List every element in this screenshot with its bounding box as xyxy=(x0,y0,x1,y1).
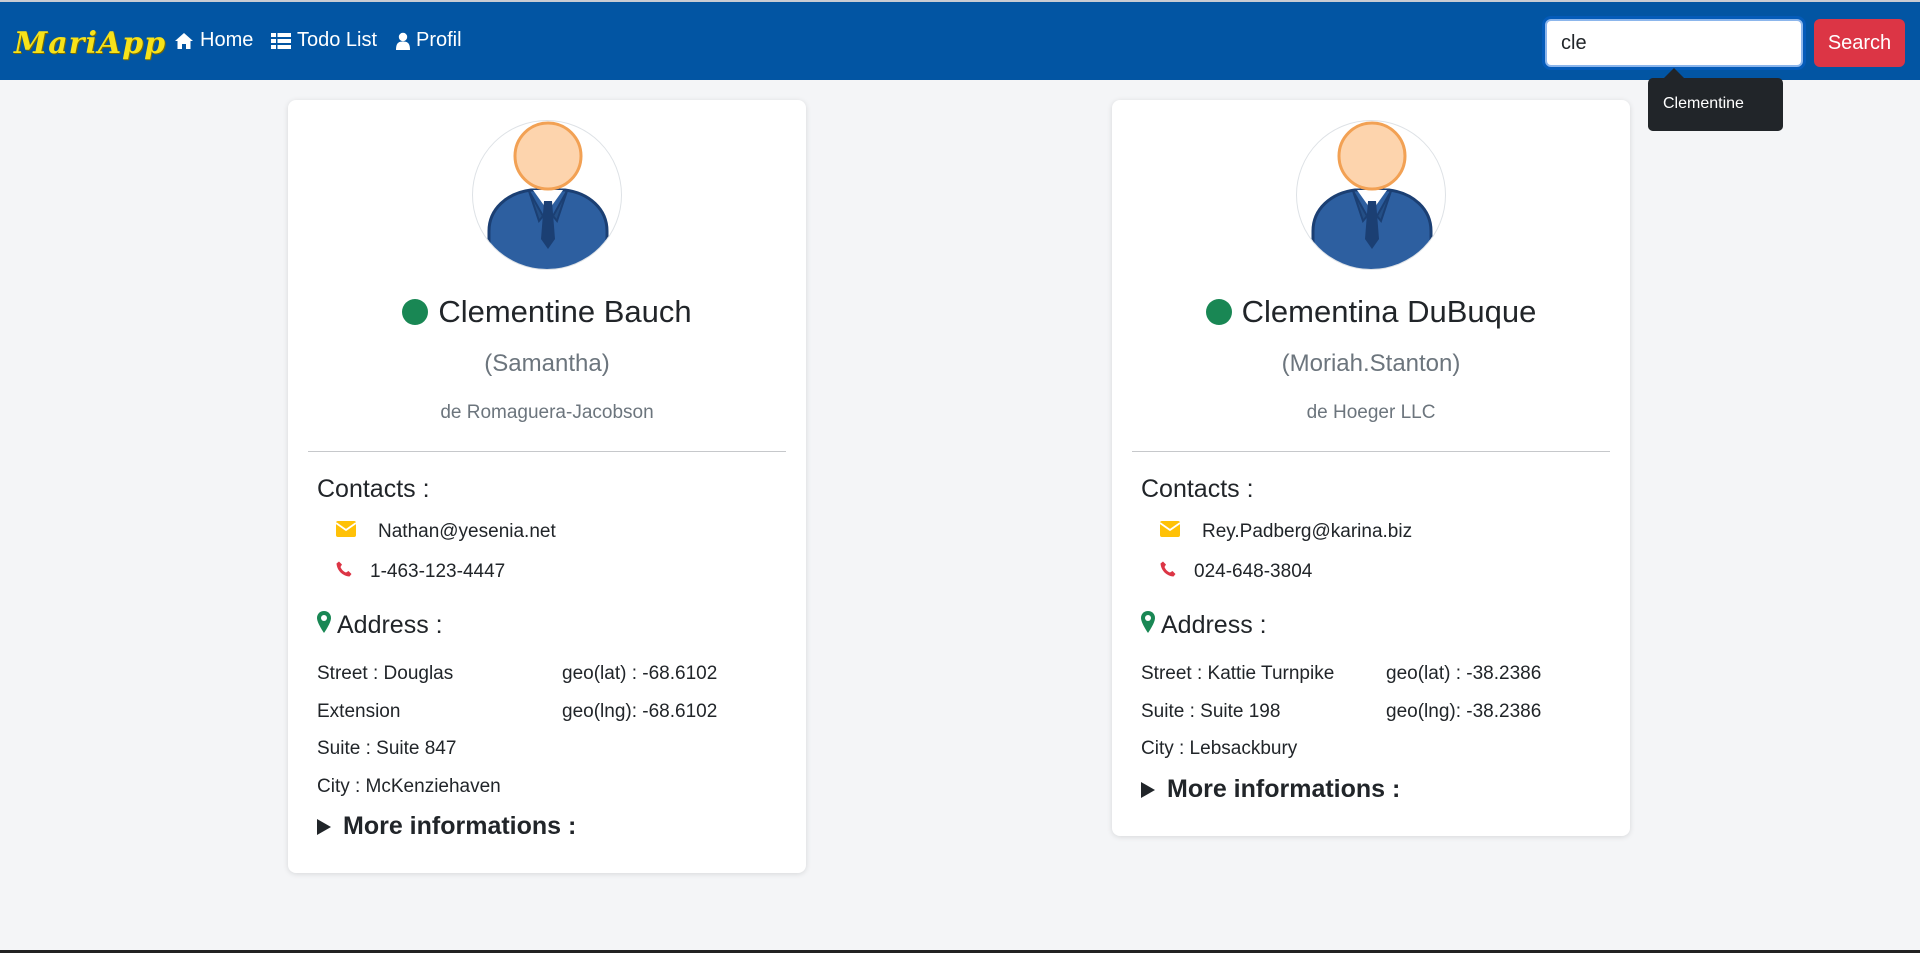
contacts-title: Contacts : xyxy=(1141,475,1254,503)
list-icon xyxy=(271,32,291,50)
nav-todo-label: Todo List xyxy=(297,29,378,51)
disclosure-triangle-icon xyxy=(1141,781,1155,798)
user-username: (Moriah.Stanton) xyxy=(1281,350,1461,377)
search-suggestion[interactable]: Clementine xyxy=(1648,78,1783,131)
user-company: de Romaguera-Jacobson xyxy=(440,402,654,423)
name-row: Clementine Bauch xyxy=(288,294,806,330)
phone-row: 024-648-3804 xyxy=(1160,561,1312,583)
user-card: Clementina DuBuque (Moriah.Stanton) de H… xyxy=(1112,100,1630,836)
search-button[interactable]: Search xyxy=(1814,19,1905,67)
geo-details: geo(lat) : -68.6102 geo(lng): -68.6102 xyxy=(562,655,792,730)
nav-profil[interactable]: Profil xyxy=(396,29,462,52)
nav-todo-list[interactable]: Todo List xyxy=(271,29,377,52)
more-informations-toggle[interactable]: More informations : xyxy=(317,812,576,841)
more-informations-label: More informations : xyxy=(1167,775,1401,803)
navbar: MariApp Home Todo List Profil Search xyxy=(0,0,1920,80)
geo-details: geo(lat) : -38.2386 geo(lng): -38.2386 xyxy=(1386,655,1616,730)
suggestion-arrow xyxy=(1664,68,1684,78)
user-username: (Samantha) xyxy=(484,350,610,377)
online-status-icon xyxy=(1205,299,1232,325)
address-details: Street : Douglas Extension Suite : Suite… xyxy=(317,655,547,805)
phone-row: 1-463-123-4447 xyxy=(336,561,505,583)
address-city: City : Lebsackbury xyxy=(1141,738,1298,759)
name-row: Clementina DuBuque xyxy=(1112,294,1630,330)
divider xyxy=(308,451,786,452)
envelope-icon xyxy=(335,521,378,543)
address-details: Street : Kattie Turnpike Suite : Suite 1… xyxy=(1141,655,1371,768)
home-icon xyxy=(174,32,194,50)
geo-lng: geo(lng): -38.2386 xyxy=(1386,700,1542,722)
contacts-title: Contacts : xyxy=(317,475,430,503)
avatar xyxy=(472,120,622,270)
envelope-icon xyxy=(1159,521,1202,543)
map-marker-icon xyxy=(317,611,331,640)
phone-icon xyxy=(336,561,370,583)
map-marker-icon xyxy=(1141,611,1155,640)
more-informations-label: More informations : xyxy=(343,812,577,840)
address-suite: Suite : Suite 198 xyxy=(1141,700,1281,722)
avatar xyxy=(1296,120,1446,270)
disclosure-triangle-icon xyxy=(317,818,331,835)
address-title: Address : xyxy=(317,611,443,640)
address-suite: Suite : Suite 847 xyxy=(317,738,457,759)
address-title-label: Address : xyxy=(337,611,443,639)
nav-home[interactable]: Home xyxy=(174,29,253,52)
brand-logo[interactable]: MariApp xyxy=(14,26,166,61)
user-name: Clementine Bauch xyxy=(438,294,692,329)
divider xyxy=(1132,451,1610,452)
geo-lat: geo(lat) : -38.2386 xyxy=(1386,663,1542,684)
phone-icon xyxy=(1160,561,1194,583)
user-card: Clementine Bauch (Samantha) de Romaguera… xyxy=(288,100,806,873)
user-icon xyxy=(396,32,410,50)
address-street: Street : Kattie Turnpike xyxy=(1141,663,1335,684)
email[interactable]: Nathan@yesenia.net xyxy=(378,521,556,543)
phone[interactable]: 024-648-3804 xyxy=(1194,561,1312,583)
nav-home-label: Home xyxy=(200,29,254,51)
address-street-cont: Extension xyxy=(317,700,401,722)
address-title-label: Address : xyxy=(1161,611,1267,639)
email-row: Rey.Padberg@karina.biz xyxy=(1159,521,1412,543)
geo-lat: geo(lat) : -68.6102 xyxy=(562,663,718,684)
online-status-icon xyxy=(402,299,429,325)
user-name: Clementina DuBuque xyxy=(1241,294,1537,329)
user-company: de Hoeger LLC xyxy=(1306,402,1436,423)
address-street: Street : Douglas xyxy=(317,663,454,684)
more-informations-toggle[interactable]: More informations : xyxy=(1141,775,1400,804)
geo-lng: geo(lng): -68.6102 xyxy=(562,700,718,722)
phone[interactable]: 1-463-123-4447 xyxy=(370,561,505,583)
email[interactable]: Rey.Padberg@karina.biz xyxy=(1202,521,1412,543)
address-city: City : McKenziehaven xyxy=(317,775,501,797)
nav-profil-label: Profil xyxy=(416,29,462,51)
email-row: Nathan@yesenia.net xyxy=(335,521,556,543)
search-input[interactable] xyxy=(1545,19,1803,67)
address-title: Address : xyxy=(1141,611,1267,640)
